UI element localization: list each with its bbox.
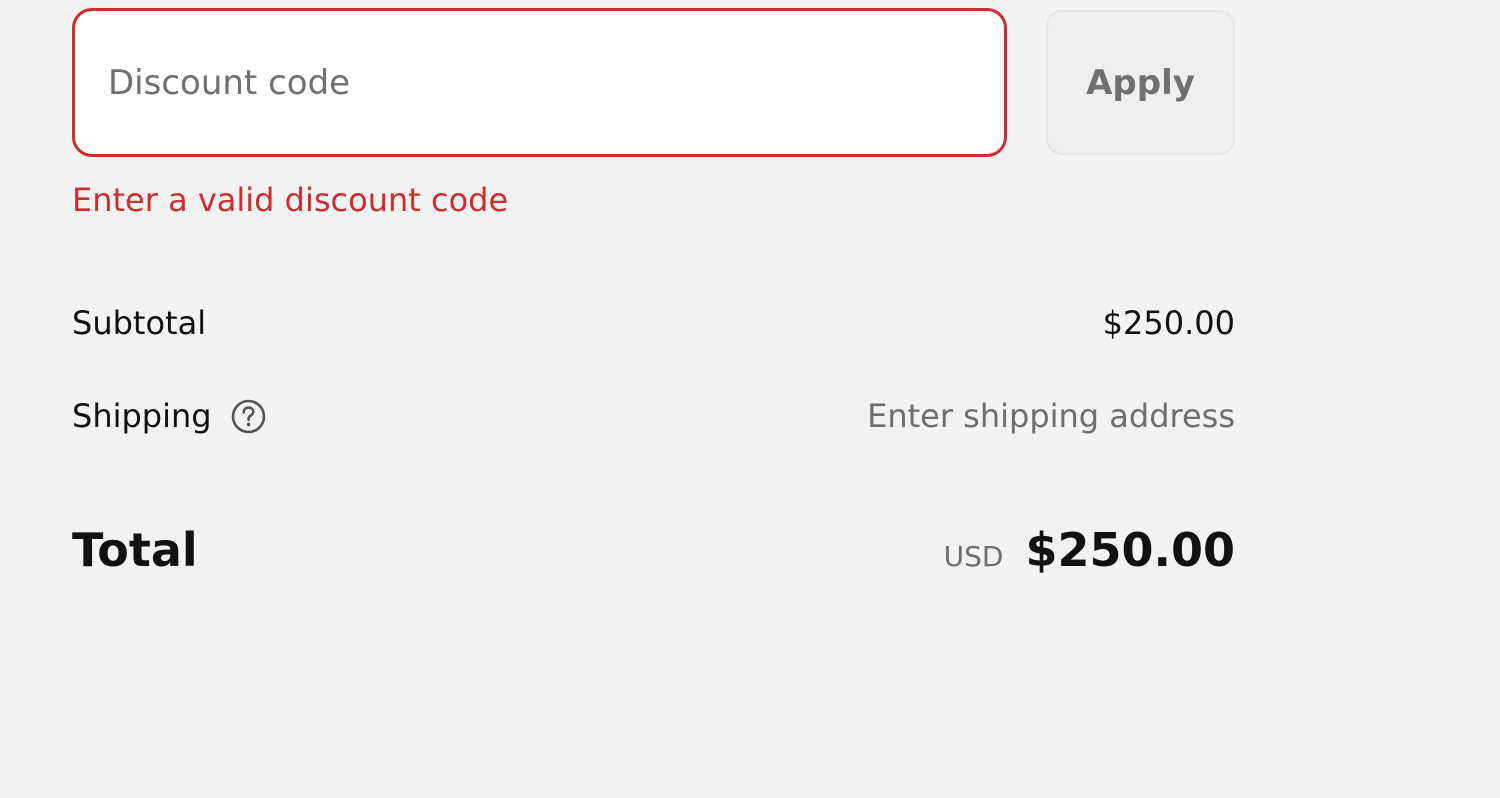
discount-code-input[interactable] [72,8,1007,157]
shipping-label: Shipping [72,397,212,435]
subtotal-row: Subtotal $250.00 [72,300,1235,346]
currency-code: USD [943,540,1004,573]
total-value: $250.00 [1025,523,1235,577]
question-circle-icon[interactable] [230,398,267,435]
shipping-label-group: Shipping [72,397,267,435]
total-row: Total USD $250.00 [72,515,1235,585]
subtotal-label: Subtotal [72,304,207,342]
subtotal-value: $250.00 [1102,304,1235,342]
discount-code-row: Apply [72,8,1235,157]
shipping-value: Enter shipping address [867,397,1235,435]
discount-error-message: Enter a valid discount code [72,181,509,219]
total-label: Total [72,523,198,577]
total-value-group: USD $250.00 [944,523,1235,577]
apply-discount-button[interactable]: Apply [1046,10,1235,155]
shipping-row: Shipping Enter shipping address [72,393,1235,439]
